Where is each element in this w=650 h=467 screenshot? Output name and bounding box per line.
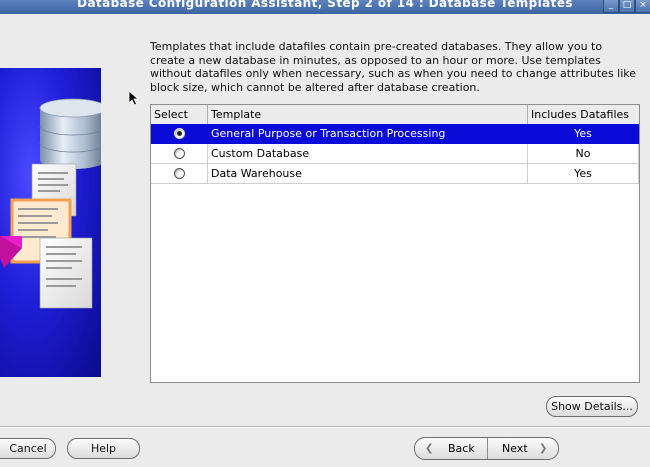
includes-datafiles-value[interactable]: No xyxy=(528,144,639,164)
wizard-illustration xyxy=(0,68,101,377)
navigation-buttons: ❮ Back Next ❯ xyxy=(414,437,559,460)
templates-description: Templates that include datafiles contain… xyxy=(150,40,637,94)
radio-button[interactable] xyxy=(173,167,185,179)
select-cell[interactable] xyxy=(151,164,208,184)
select-cell[interactable] xyxy=(151,124,208,144)
window-title: Database Configuration Assistant, Step 2… xyxy=(77,0,573,10)
minimize-icon[interactable]: _ xyxy=(603,0,619,13)
cancel-button[interactable]: Cancel xyxy=(0,438,56,459)
template-name[interactable]: Custom Database xyxy=(208,144,528,164)
table-row[interactable]: Data Warehouse Yes xyxy=(151,164,639,184)
window-titlebar: Database Configuration Assistant, Step 2… xyxy=(0,0,650,14)
separator-highlight xyxy=(0,427,650,428)
template-name[interactable]: Data Warehouse xyxy=(208,164,528,184)
chevron-right-icon: ❯ xyxy=(539,443,548,454)
maximize-icon[interactable]: □ xyxy=(619,0,635,13)
includes-datafiles-value[interactable]: Yes xyxy=(528,164,639,184)
table-row[interactable]: Custom Database No xyxy=(151,144,639,164)
column-header-select[interactable]: Select xyxy=(151,105,208,124)
radio-button[interactable] xyxy=(173,127,185,139)
back-label: Back xyxy=(448,442,475,455)
templates-table: Select Template Includes Datafiles Gener… xyxy=(150,104,640,383)
help-button[interactable]: Help xyxy=(67,438,140,459)
close-icon[interactable]: × xyxy=(635,0,650,13)
column-header-datafiles[interactable]: Includes Datafiles xyxy=(528,105,639,124)
chevron-left-icon: ❮ xyxy=(425,443,434,454)
table-row[interactable]: General Purpose or Transaction Processin… xyxy=(151,124,639,144)
show-details-label: Show Details... xyxy=(551,400,633,413)
template-name[interactable]: General Purpose or Transaction Processin… xyxy=(208,124,528,144)
includes-datafiles-value[interactable]: Yes xyxy=(528,124,639,144)
radio-button[interactable] xyxy=(173,147,185,159)
back-button[interactable]: ❮ Back xyxy=(415,438,487,459)
select-cell[interactable] xyxy=(151,144,208,164)
mouse-cursor-icon xyxy=(128,90,140,106)
help-label: Help xyxy=(90,442,117,455)
column-header-template[interactable]: Template xyxy=(208,105,528,124)
show-details-button[interactable]: Show Details... xyxy=(546,396,638,417)
table-header: Select Template Includes Datafiles xyxy=(151,105,639,125)
cancel-label: Cancel xyxy=(9,442,47,455)
next-label: Next xyxy=(502,442,528,455)
next-button[interactable]: Next ❯ xyxy=(488,438,558,459)
database-documents-icon xyxy=(0,98,101,309)
